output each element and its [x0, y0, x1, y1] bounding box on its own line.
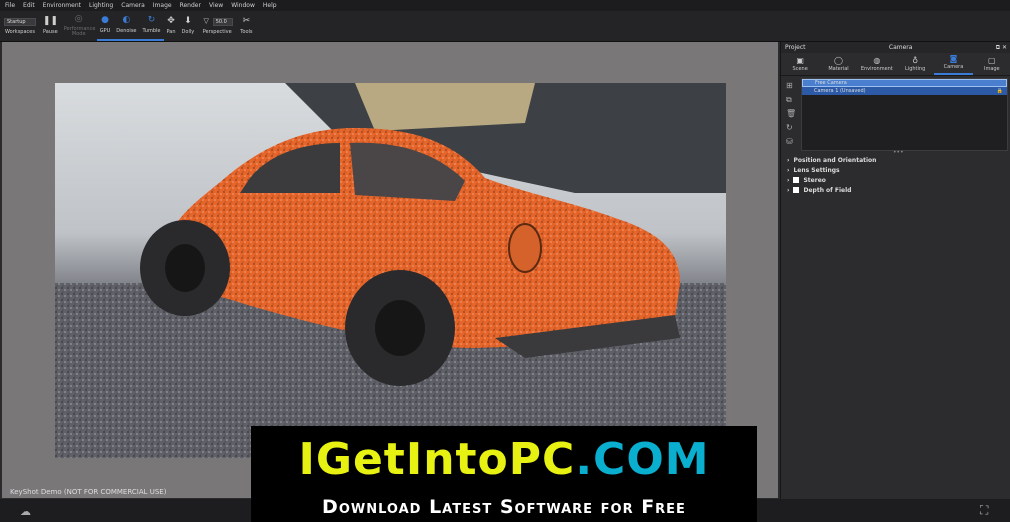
workspaces-tool[interactable]: Startup Workspaces	[0, 11, 40, 41]
tab-image[interactable]: ▢ Image	[973, 57, 1010, 75]
gpu-icon: ●	[101, 15, 109, 25]
tumble-icon: ↻	[147, 15, 156, 25]
pan-button[interactable]: ✥ Pan	[164, 11, 179, 41]
main-toolbar: Startup Workspaces ❚❚ Pause ◎ Performanc…	[0, 11, 1010, 42]
depth-of-field-checkbox[interactable]	[793, 187, 800, 193]
section-depth-of-field[interactable]: › Depth of Field	[787, 185, 1007, 195]
building-window-reflection	[355, 83, 535, 131]
render-image[interactable]	[55, 83, 726, 458]
camera-icon: ◙	[949, 54, 958, 63]
panel-project-label[interactable]: Project	[785, 44, 806, 51]
cloud-icon[interactable]: ☁	[20, 505, 31, 518]
tab-environment[interactable]: ◍ Environment	[858, 57, 896, 75]
tab-camera[interactable]: ◙ Camera	[934, 54, 973, 75]
section-lens-settings[interactable]: › Lens Settings	[787, 165, 1007, 175]
brand-logo: IGetIntoPC .com	[253, 428, 755, 490]
camera-angle-icon: ▽	[203, 17, 209, 25]
environment-icon: ◍	[873, 56, 881, 65]
reset-camera-icon[interactable]: ↻	[786, 122, 796, 133]
menu-camera[interactable]: Camera	[121, 2, 145, 9]
list-item[interactable]: Free Camera	[802, 79, 1007, 87]
camera-sections: › Position and Orientation › Lens Settings…	[787, 155, 1007, 195]
perspective-tool[interactable]: ▽ 50.0 Perspective	[197, 11, 237, 41]
chevron-right-icon: ›	[787, 176, 790, 184]
tab-material[interactable]: ◯ Material	[819, 57, 857, 75]
dolly-icon: ⬇	[184, 16, 192, 26]
tools-icon: ✂	[242, 16, 251, 26]
workspaces-label: Workspaces	[5, 28, 35, 35]
scene-icon: ▣	[796, 56, 804, 65]
menu-environment[interactable]: Environment	[43, 2, 81, 9]
denoise-button[interactable]: ◐ Denoise	[113, 11, 140, 41]
material-icon: ◯	[834, 56, 843, 65]
menu-window[interactable]: Window	[231, 2, 255, 9]
image-icon: ▢	[988, 56, 996, 65]
lock-icon[interactable]: 🔒	[997, 88, 1003, 94]
panel-tabs: ▣ Scene ◯ Material ◍ Environment ♁ Lighting …	[781, 53, 1010, 76]
tumble-button[interactable]: ↻ Tumble	[139, 11, 164, 41]
chevron-right-icon: ›	[787, 166, 790, 174]
rendered-car-scene	[55, 83, 726, 458]
chevron-right-icon: ›	[787, 186, 790, 194]
pause-icon: ❚❚	[42, 16, 58, 26]
list-item[interactable]: Camera 1 (Unsaved) 🔒	[802, 87, 1007, 95]
menu-image[interactable]: Image	[153, 2, 172, 9]
panel-header: Project Camera ⧉ ✕	[781, 42, 1010, 53]
fov-input[interactable]: 50.0	[212, 17, 233, 26]
panel-title: Camera	[888, 44, 913, 51]
workspace-select[interactable]: Startup	[4, 17, 36, 26]
menu-file[interactable]: File	[5, 2, 15, 9]
add-camera-icon[interactable]: ⊞	[786, 80, 796, 91]
camera-list: Free Camera Camera 1 (Unsaved) 🔒	[801, 78, 1008, 151]
pan-icon: ✥	[167, 16, 175, 26]
tools-button[interactable]: ✂ Tools	[237, 11, 255, 41]
panel-window-controls-icon[interactable]: ⧉ ✕	[996, 44, 1007, 52]
menu-help[interactable]: Help	[263, 2, 277, 9]
performance-icon: ◎	[74, 14, 83, 24]
lighting-icon: ♁	[912, 56, 919, 65]
tab-scene[interactable]: ▣ Scene	[781, 57, 819, 75]
denoise-icon: ◐	[122, 15, 131, 25]
performance-mode-button[interactable]: ◎ Performance Mode	[61, 11, 97, 41]
save-camera-icon[interactable]: ⛁	[786, 136, 796, 147]
gpu-button[interactable]: ● GPU	[96, 11, 114, 41]
car-headlight	[508, 223, 542, 273]
duplicate-camera-icon[interactable]: ⧉	[786, 94, 796, 105]
menu-render[interactable]: Render	[180, 2, 201, 9]
delete-camera-icon[interactable]: 🗑	[786, 108, 796, 119]
stereo-checkbox[interactable]	[793, 177, 800, 183]
site-watermark-banner: IGetIntoPC .com Download Latest Software …	[251, 426, 757, 522]
camera-actions: ⊞ ⧉ 🗑 ↻ ⛁	[786, 80, 796, 147]
menu-edit[interactable]: Edit	[23, 2, 35, 9]
chevron-right-icon: ›	[787, 156, 790, 164]
section-position-orientation[interactable]: › Position and Orientation	[787, 155, 1007, 165]
section-stereo[interactable]: › Stereo	[787, 175, 1007, 185]
pause-button[interactable]: ❚❚ Pause	[40, 11, 61, 41]
brand-tagline: Download Latest Software for Free	[322, 496, 686, 518]
dolly-button[interactable]: ⬇ Dolly	[179, 11, 198, 41]
menu-bar: File Edit Environment Lighting Camera Im…	[0, 0, 1010, 11]
screenshot-icon[interactable]: ⛶	[980, 503, 988, 518]
tab-lighting[interactable]: ♁ Lighting	[896, 57, 934, 75]
menu-lighting[interactable]: Lighting	[89, 2, 113, 9]
properties-panel: Project Camera ⧉ ✕ ▣ Scene ◯ Material ◍ Env…	[780, 42, 1010, 499]
demo-watermark: KeyShot Demo (NOT FOR COMMERCIAL USE)	[10, 488, 167, 496]
menu-view[interactable]: View	[209, 2, 223, 9]
